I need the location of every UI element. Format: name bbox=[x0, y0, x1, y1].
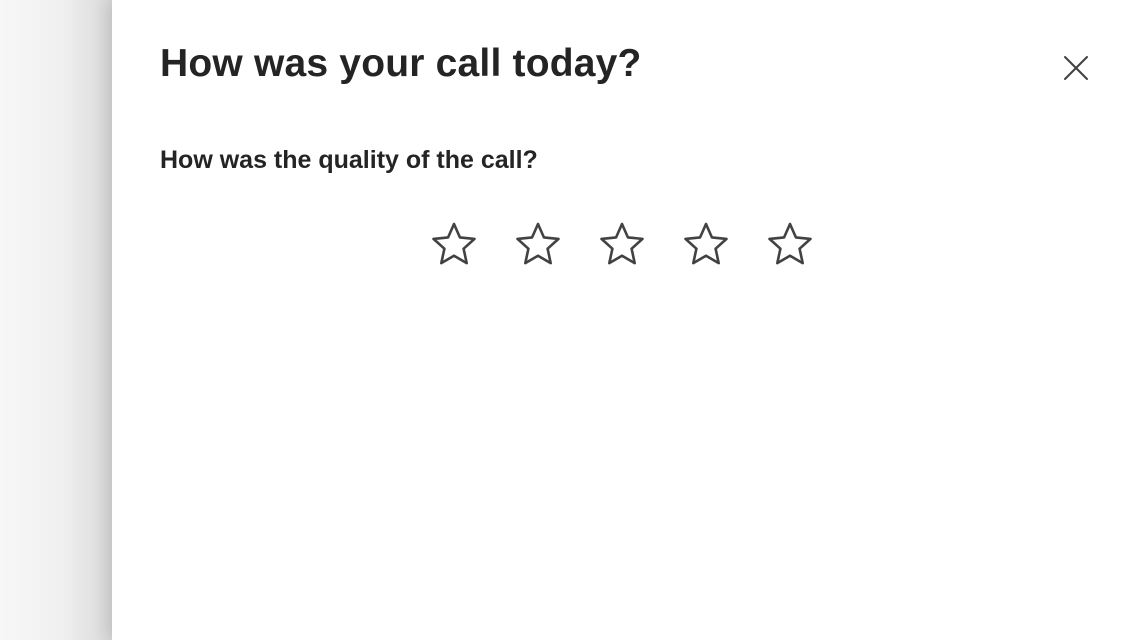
close-icon bbox=[1064, 56, 1088, 80]
star-icon-1[interactable] bbox=[430, 220, 478, 270]
star-icon-2[interactable] bbox=[514, 220, 562, 270]
close-button[interactable] bbox=[1056, 48, 1096, 88]
star-rating bbox=[430, 220, 814, 270]
star-icon-4[interactable] bbox=[682, 220, 730, 270]
star-icon-3[interactable] bbox=[598, 220, 646, 270]
background-overlay bbox=[0, 0, 112, 640]
call-quality-question: How was the quality of the call? bbox=[160, 146, 538, 174]
dialog-title: How was your call today? bbox=[160, 42, 642, 85]
call-feedback-panel: How was your call today? How was the qua… bbox=[112, 0, 1136, 640]
star-icon-5[interactable] bbox=[766, 220, 814, 270]
